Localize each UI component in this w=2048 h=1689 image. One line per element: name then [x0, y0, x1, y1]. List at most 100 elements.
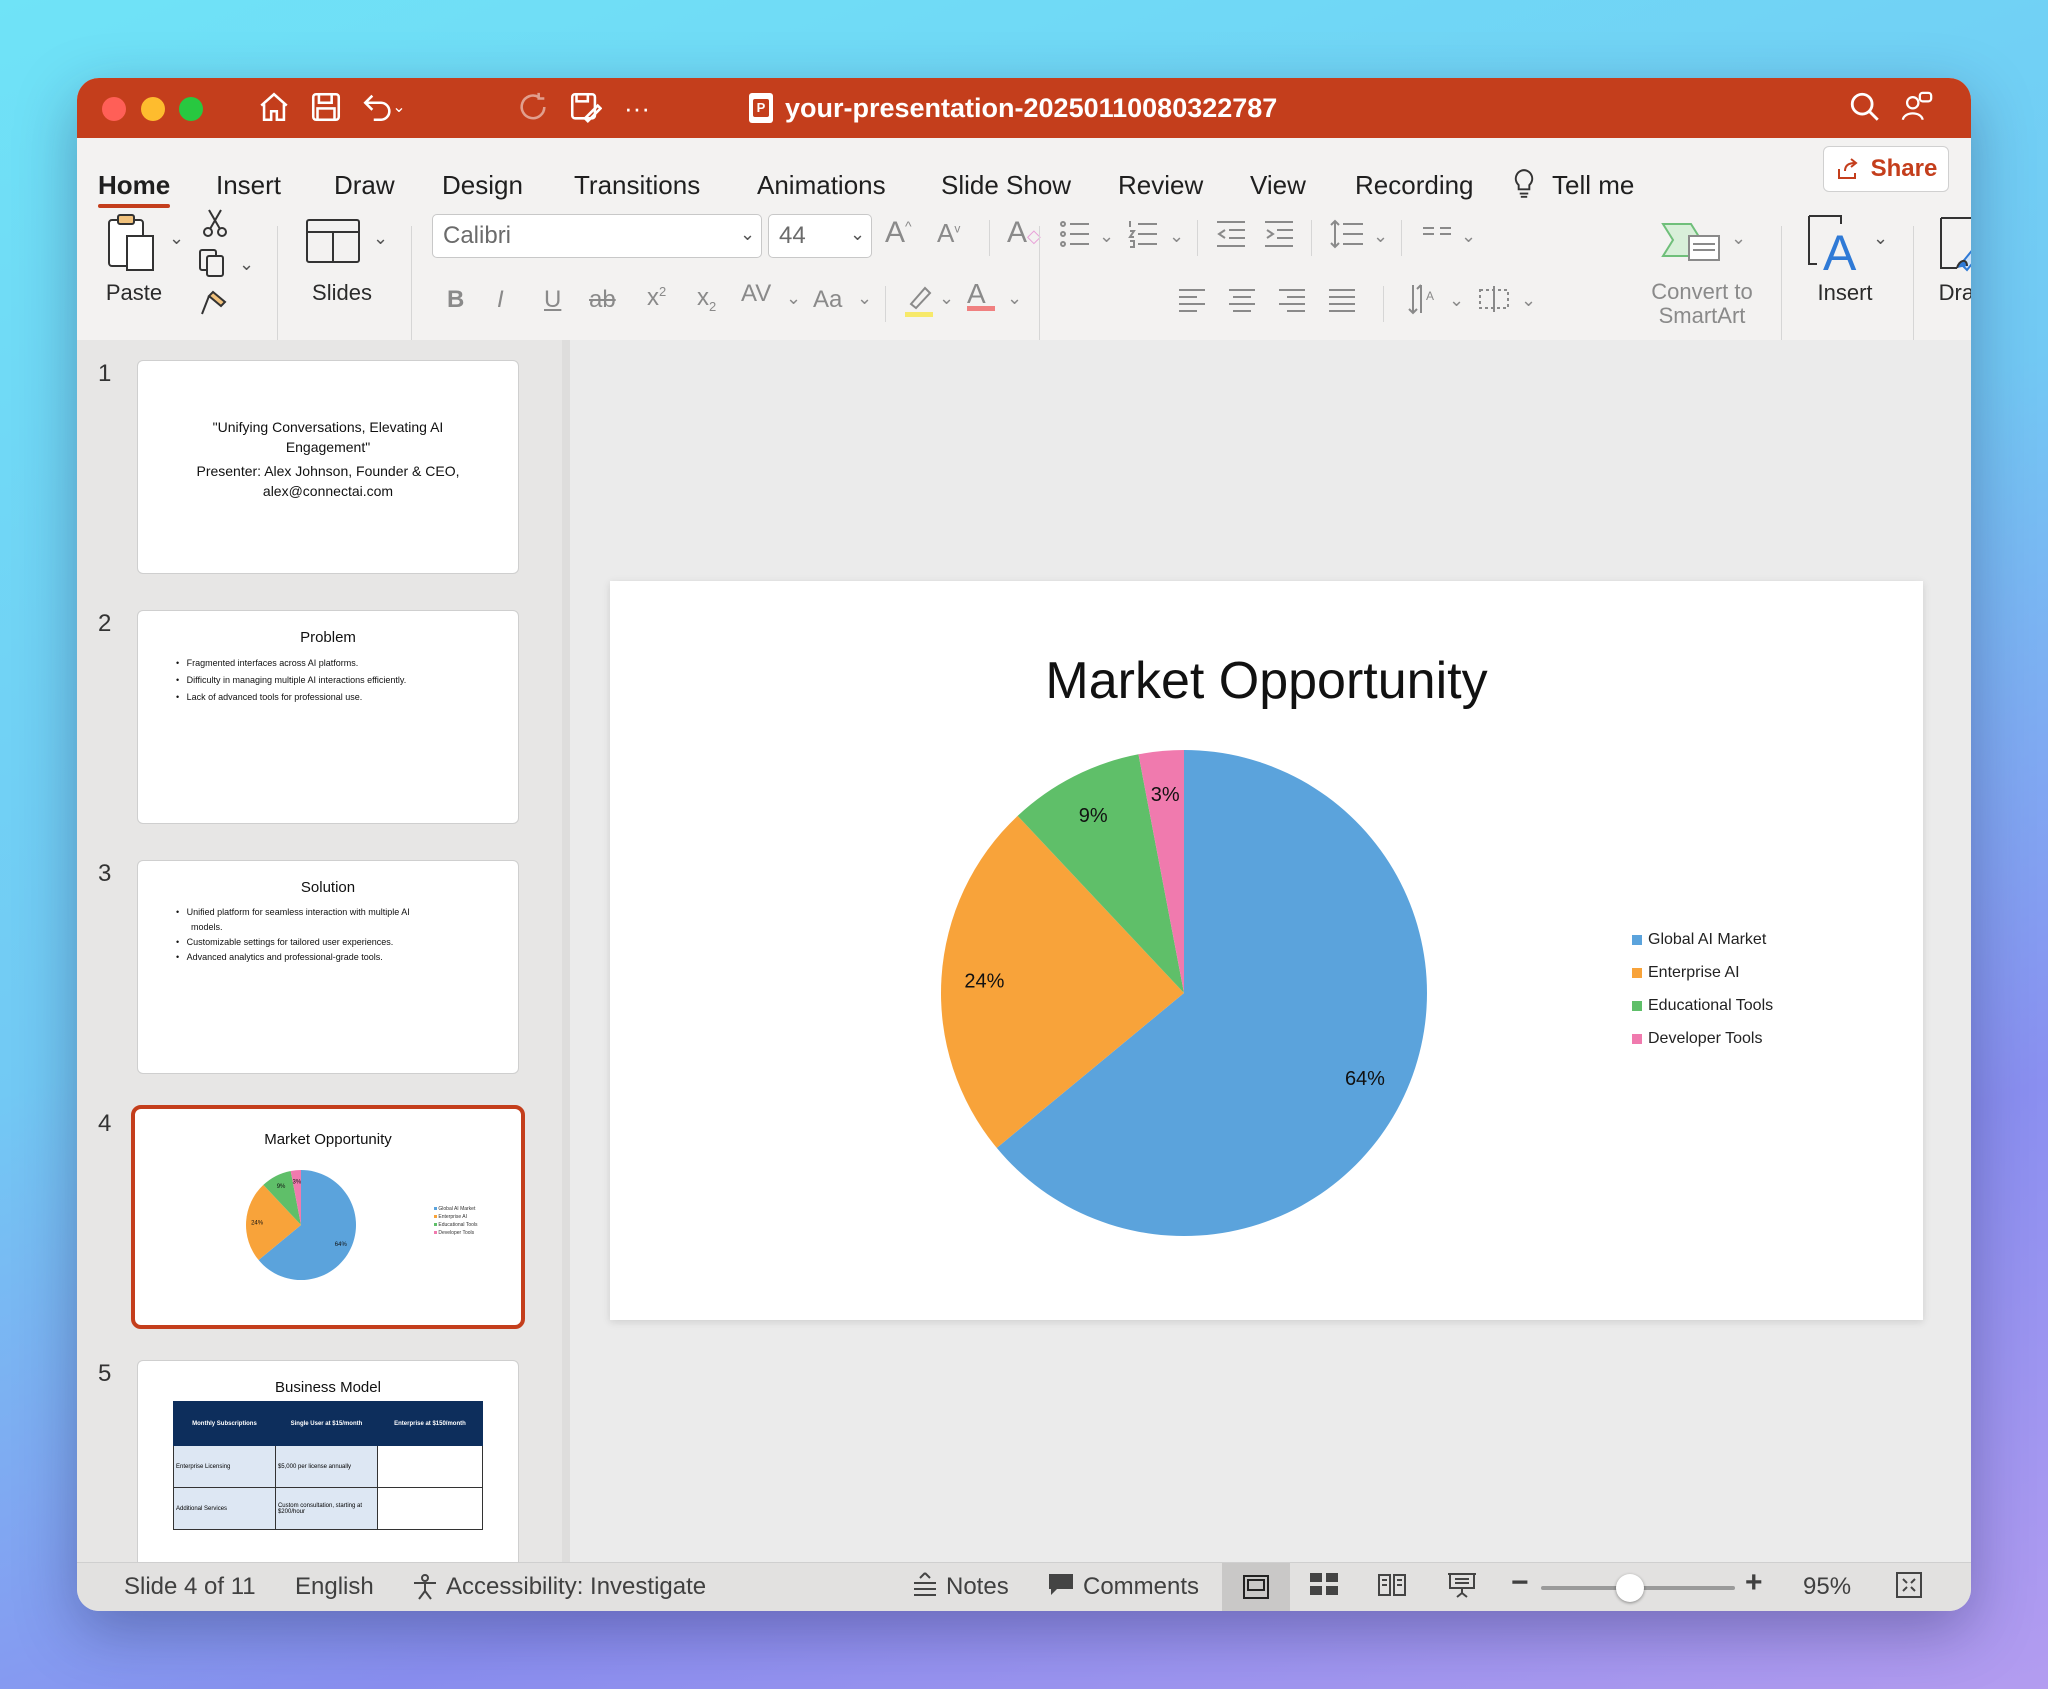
superscript-icon[interactable]: x2 — [647, 284, 666, 312]
cut-scissors-icon[interactable] — [201, 208, 229, 245]
align-center-icon[interactable] — [1227, 286, 1257, 321]
numbering-icon[interactable] — [1127, 218, 1159, 257]
language-indicator[interactable]: English — [295, 1571, 374, 1603]
increase-font-size-icon[interactable]: A^ — [885, 216, 912, 250]
slide-thumbnail-1[interactable]: "Unifying Conversations, Elevating AI En… — [137, 360, 519, 574]
slide-title[interactable]: Market Opportunity — [610, 651, 1923, 711]
align-left-icon[interactable] — [1177, 286, 1207, 321]
zoom-window-button[interactable] — [179, 97, 203, 121]
accessibility-status[interactable]: Accessibility: Investigate — [446, 1571, 706, 1603]
share-button[interactable]: Share — [1823, 146, 1949, 192]
format-painter-icon[interactable] — [199, 288, 231, 325]
line-spacing-icon[interactable] — [1329, 218, 1365, 257]
zoom-slider-handle[interactable] — [1616, 1574, 1644, 1602]
save-icon[interactable] — [308, 90, 344, 126]
pie-chart[interactable]: 64% 24% 9% 3% — [934, 743, 1434, 1243]
chart-legend[interactable]: Global AI Market Enterprise AI Education… — [1632, 923, 1773, 1055]
bullets-chevron-icon[interactable]: ⌄ — [1099, 226, 1114, 247]
line-spacing-chevron-icon[interactable]: ⌄ — [1373, 226, 1388, 247]
notes-button[interactable]: Notes — [946, 1571, 1009, 1603]
minimize-window-button[interactable] — [141, 97, 165, 121]
insert-label[interactable]: Insert — [1797, 280, 1893, 306]
columns-icon[interactable] — [1421, 218, 1453, 257]
subscript-icon[interactable]: x2 — [697, 284, 716, 314]
notes-icon[interactable] — [912, 1571, 938, 1606]
align-text-icon[interactable] — [1477, 284, 1511, 321]
tab-transitions[interactable]: Transitions — [574, 170, 700, 201]
current-slide[interactable]: Market Opportunity 64% 24% 9% 3% Global AI … — [610, 581, 1923, 1320]
convert-to-smartart-button[interactable]: Convert to SmartArt — [1627, 280, 1777, 328]
change-case-icon[interactable]: Aa — [813, 286, 842, 314]
slide-thumbnail-4[interactable]: Market Opportunity 64% 24% 9% 3% Global AI … — [131, 1105, 525, 1329]
insert-chevron-icon[interactable]: ⌄ — [1873, 228, 1888, 249]
bold-icon[interactable]: B — [447, 286, 464, 314]
tab-view[interactable]: View — [1250, 170, 1306, 201]
bullets-icon[interactable] — [1059, 218, 1091, 257]
decrease-indent-icon[interactable] — [1215, 218, 1247, 257]
copy-icon[interactable] — [197, 248, 229, 285]
numbering-chevron-icon[interactable]: ⌄ — [1169, 226, 1184, 247]
tab-home[interactable]: Home — [98, 170, 170, 201]
strikethrough-icon[interactable]: ab — [589, 286, 616, 314]
fit-to-window-icon[interactable] — [1895, 1571, 1923, 1608]
text-direction-icon[interactable]: A — [1407, 282, 1439, 323]
slide-sorter-view-icon[interactable] — [1309, 1571, 1339, 1606]
decrease-font-size-icon[interactable]: Av — [937, 218, 960, 249]
italic-icon[interactable]: I — [497, 286, 504, 314]
close-window-button[interactable] — [102, 97, 126, 121]
account-icon[interactable] — [1899, 90, 1935, 126]
font-color-chevron-icon[interactable]: ⌄ — [1007, 288, 1022, 309]
more-options-icon[interactable]: ··· — [619, 90, 655, 126]
paste-dropdown-chevron-icon[interactable]: ⌄ — [169, 228, 184, 249]
tab-slide-show[interactable]: Slide Show — [941, 170, 1071, 201]
drawing-icon[interactable] — [1937, 212, 1971, 281]
accessibility-icon[interactable] — [411, 1573, 439, 1610]
smartart-chevron-icon[interactable]: ⌄ — [1731, 228, 1746, 249]
zoom-in-icon[interactable]: + — [1745, 1567, 1763, 1599]
slide-thumbnail-3[interactable]: Solution • Unified platform for seamless… — [137, 860, 519, 1074]
reading-view-icon[interactable] — [1377, 1571, 1407, 1606]
slides-label[interactable]: Slides — [297, 280, 387, 306]
smartart-icon[interactable] — [1661, 218, 1721, 273]
columns-chevron-icon[interactable]: ⌄ — [1461, 226, 1476, 247]
lightbulb-icon[interactable] — [1511, 168, 1537, 207]
tab-review[interactable]: Review — [1118, 170, 1203, 201]
tell-me-search[interactable]: Tell me — [1552, 170, 1634, 201]
font-color-icon[interactable]: A — [967, 278, 995, 311]
font-name-select[interactable]: Calibri — [432, 214, 762, 258]
character-spacing-icon[interactable]: AV — [741, 280, 771, 308]
comments-icon[interactable] — [1047, 1571, 1075, 1606]
comments-button[interactable]: Comments — [1083, 1571, 1199, 1603]
change-case-chevron-icon[interactable]: ⌄ — [857, 288, 872, 309]
slide-show-view-icon[interactable] — [1447, 1571, 1477, 1608]
character-spacing-chevron-icon[interactable]: ⌄ — [786, 288, 801, 309]
pane-splitter[interactable] — [562, 340, 570, 1562]
highlight-chevron-icon[interactable]: ⌄ — [939, 288, 954, 309]
paste-icon[interactable] — [105, 212, 155, 272]
slides-dropdown-chevron-icon[interactable]: ⌄ — [373, 228, 388, 249]
new-slide-layout-icon[interactable] — [305, 218, 361, 271]
undo-dropdown-chevron-icon[interactable]: ⌄ — [389, 90, 409, 126]
text-direction-chevron-icon[interactable]: ⌄ — [1449, 290, 1464, 311]
search-icon[interactable] — [1847, 90, 1883, 126]
redo-icon[interactable] — [515, 90, 551, 126]
highlight-color-icon[interactable] — [903, 282, 935, 325]
normal-view-button[interactable] — [1222, 1563, 1290, 1611]
drawing-label[interactable]: Drawing — [1929, 280, 1971, 306]
clear-formatting-icon[interactable]: A◇ — [1007, 216, 1041, 250]
font-size-chevron-icon[interactable]: ⌄ — [850, 224, 865, 245]
tab-draw[interactable]: Draw — [334, 170, 395, 201]
insert-textbox-icon[interactable]: A — [1805, 212, 1865, 281]
underline-icon[interactable]: U — [544, 286, 561, 314]
slide-thumbnail-5[interactable]: Business Model Monthly Subscriptions Sin… — [137, 1360, 519, 1574]
paste-label[interactable]: Paste — [99, 280, 169, 306]
copy-dropdown-chevron-icon[interactable]: ⌄ — [239, 254, 254, 275]
tab-design[interactable]: Design — [442, 170, 523, 201]
home-icon[interactable] — [256, 90, 292, 126]
align-text-chevron-icon[interactable]: ⌄ — [1521, 290, 1536, 311]
zoom-out-icon[interactable]: − — [1511, 1567, 1529, 1599]
justify-icon[interactable] — [1327, 286, 1357, 321]
align-right-icon[interactable] — [1277, 286, 1307, 321]
zoom-level[interactable]: 95% — [1803, 1571, 1851, 1603]
tab-insert[interactable]: Insert — [216, 170, 281, 201]
